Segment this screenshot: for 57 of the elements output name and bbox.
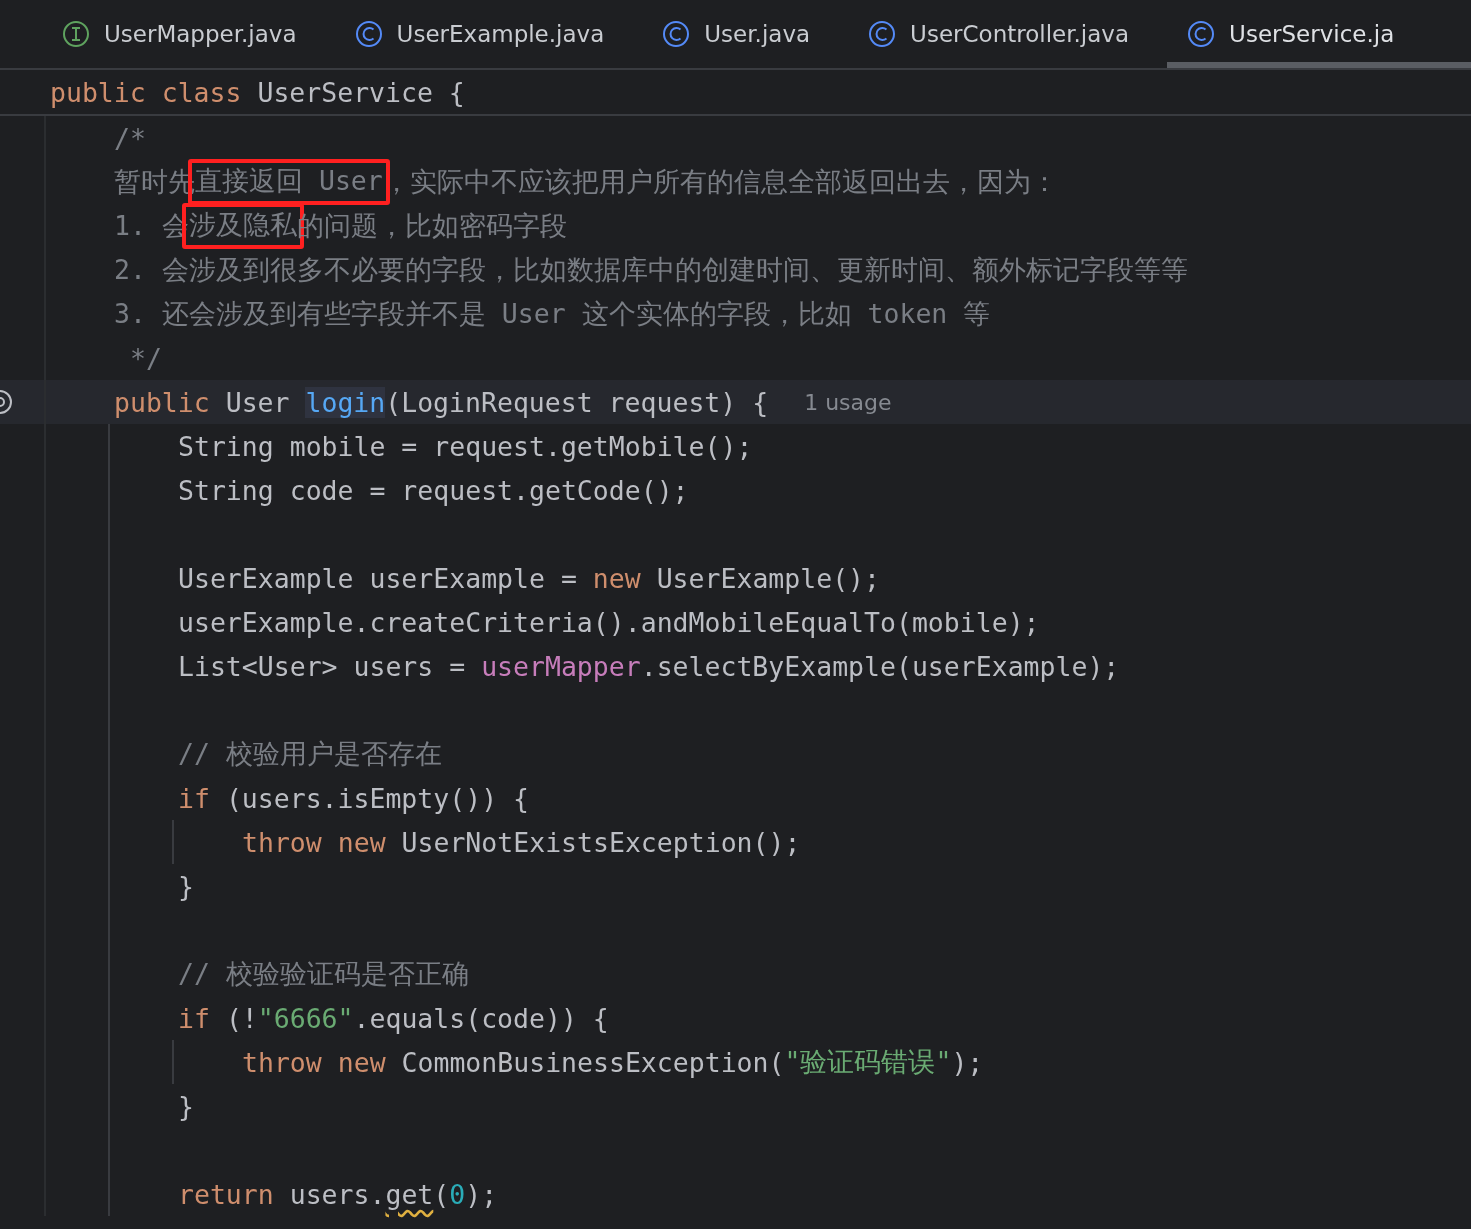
- string-literal: "验证码错误": [784, 1045, 952, 1079]
- class-icon: [1187, 20, 1216, 48]
- code-text: String mobile = request.getMobile();: [178, 430, 753, 462]
- keyword: return: [178, 1178, 275, 1210]
- method-name: login: [305, 386, 386, 418]
- code-text: (LoginRequest request) {: [385, 386, 769, 418]
- code-text: UserExample userExample =: [178, 562, 578, 594]
- keyword: public: [114, 386, 211, 418]
- code-text: userExample.createCriteria().andMobileEqualTo(mobile);: [178, 606, 1040, 638]
- class-icon: [868, 20, 897, 48]
- editor-tab[interactable]: UserExample.java: [354, 0, 605, 68]
- keyword: if: [178, 1002, 211, 1034]
- code-text: UserNotExistsException();: [401, 826, 801, 858]
- tab-label: UserController.java: [910, 21, 1130, 47]
- usage-hint: 1 usage: [804, 389, 892, 415]
- code-text: UserExample();: [656, 562, 881, 594]
- code-text: String code = request.getCode();: [178, 474, 689, 506]
- tab-label: UserExample.java: [396, 21, 605, 47]
- comment-text: // 校验用户是否存在: [178, 737, 442, 771]
- tab-label: User.java: [704, 21, 811, 47]
- comment-text: // 校验验证码是否正确: [178, 957, 469, 991]
- string-literal: "6666": [257, 1002, 354, 1034]
- code-text: (users.isEmpty()) {: [225, 782, 529, 814]
- comment-text: /*: [114, 122, 146, 154]
- keyword: public class: [50, 76, 243, 108]
- keyword: throw new: [242, 826, 387, 858]
- comment-text: 3. 还会涉及到有些字段并不是 User 这个实体的字段，比如 token 等: [114, 297, 991, 331]
- tab-label: UserService.ja: [1229, 21, 1395, 47]
- code-text: );: [465, 1178, 498, 1210]
- code-text: UserService {: [257, 76, 465, 108]
- editor-tab[interactable]: UserController.java: [868, 0, 1130, 68]
- editor-tab[interactable]: User.java: [662, 0, 811, 68]
- warning-call: get: [385, 1178, 434, 1210]
- code-text: (!: [225, 1002, 258, 1034]
- code-text: .selectByExample(userExample);: [640, 650, 1120, 682]
- keyword: new: [592, 562, 642, 594]
- code-text: }: [178, 870, 194, 902]
- code-text: users.: [289, 1178, 386, 1210]
- editor-tab[interactable]: UserService.ja: [1167, 0, 1471, 68]
- code-text: CommonBusinessException(: [401, 1046, 785, 1078]
- number-literal: 0: [449, 1178, 466, 1210]
- code-text: User: [225, 386, 291, 418]
- interface-icon: [62, 20, 90, 48]
- editor-tab[interactable]: UserMapper.java: [62, 0, 297, 68]
- code-text: .equals(code)) {: [353, 1002, 609, 1034]
- code-text: );: [951, 1046, 984, 1078]
- class-icon: [354, 20, 383, 48]
- code-text: }: [178, 1090, 194, 1122]
- code-text: List<User> users =: [178, 650, 467, 682]
- comment-text: */: [128, 342, 162, 374]
- code-text: (: [433, 1178, 450, 1210]
- comment-text: 2. 会涉及到很多不必要的字段，比如数据库中的创建时间、更新时间、额外标记字段等等: [114, 253, 1188, 287]
- class-icon: [662, 20, 691, 48]
- keyword: throw new: [242, 1046, 387, 1078]
- keyword: if: [178, 782, 211, 814]
- tab-label: UserMapper.java: [104, 21, 297, 47]
- field-name: userMapper: [481, 650, 641, 682]
